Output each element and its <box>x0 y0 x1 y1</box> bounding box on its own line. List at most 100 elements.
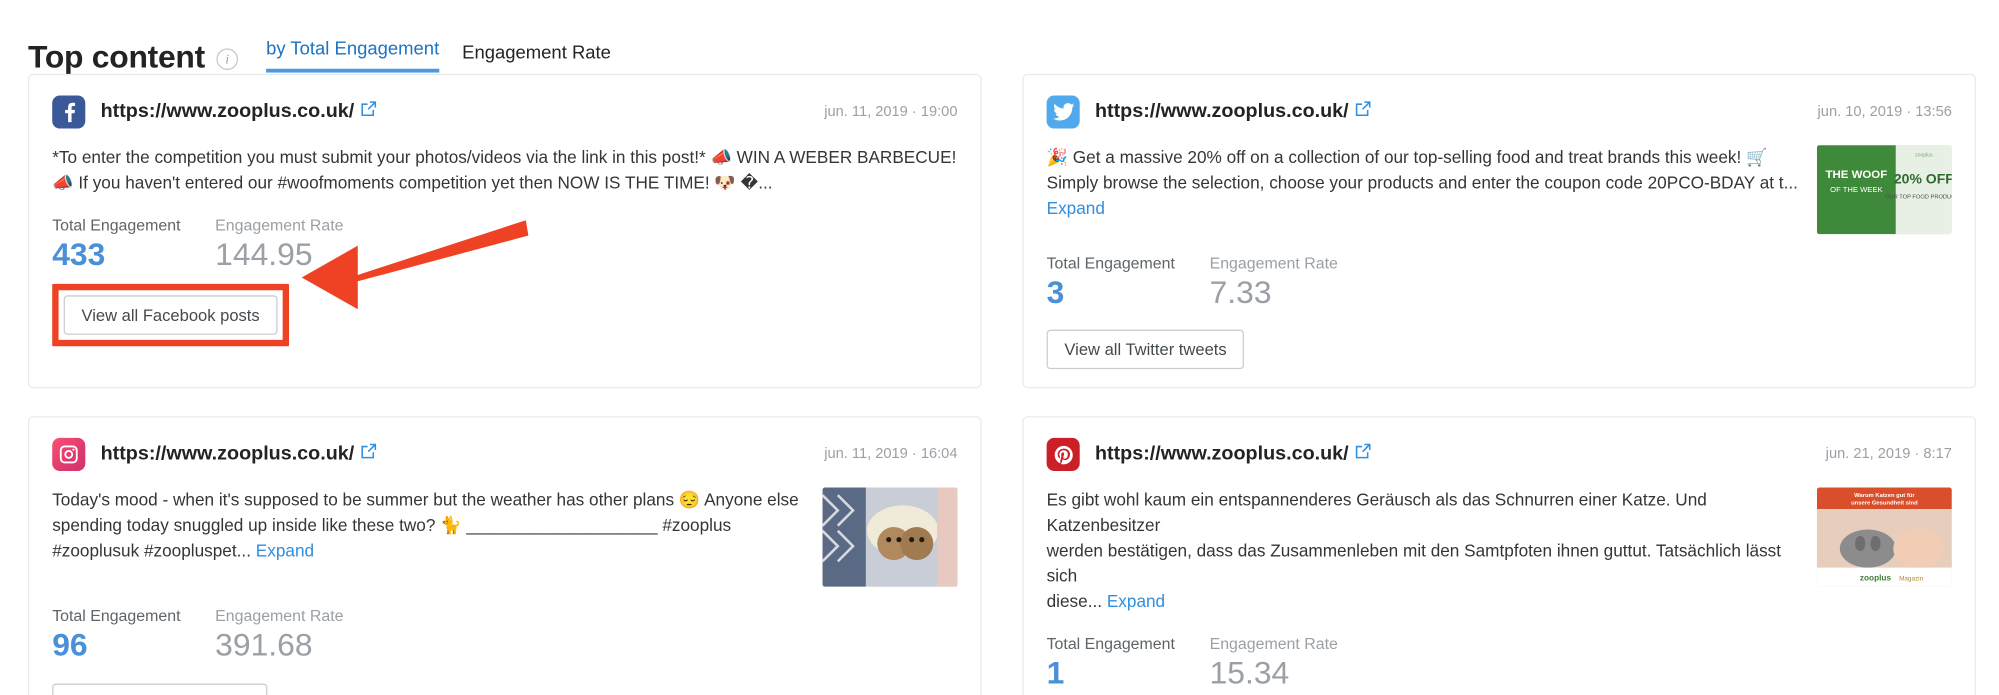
content-card-pinterest: https://www.zooplus.co.uk/ jun. 21, 2019… <box>1022 416 1977 695</box>
svg-text:zooplus: zooplus <box>1860 574 1892 583</box>
view-all-twitter-tweets-button[interactable]: View all Twitter tweets <box>1046 329 1245 370</box>
post-text: 🎉 Get a massive 20% off on a collection … <box>1047 145 1799 234</box>
post-thumbnail[interactable] <box>822 487 958 588</box>
twitter-icon <box>1046 95 1080 129</box>
card-header: https://www.zooplus.co.uk/ jun. 11, 2019… <box>52 95 958 129</box>
svg-text:20% OFF: 20% OFF <box>1894 170 1952 186</box>
post-thumbnail[interactable]: THE WOOF OF THE WEEK 20% OFF OUR TOP FOO… <box>1816 145 1952 235</box>
card-metrics: Total Engagement 96 Engagement Rate 391.… <box>52 607 957 662</box>
card-metrics: Total Engagement 3 Engagement Rate 7.33 <box>1047 255 1952 310</box>
card-header: https://www.zooplus.co.uk/ jun. 11, 2019… <box>52 438 958 472</box>
post-url[interactable]: https://www.zooplus.co.uk/ <box>1095 443 1349 466</box>
panel-header: Top content i by Total Engagement Engage… <box>0 0 1999 74</box>
card-body: *To enter the competition you must submi… <box>52 145 957 196</box>
metric-total-engagement: Total Engagement 1 <box>1047 635 1210 690</box>
metric-label: Engagement Rate <box>215 216 344 235</box>
post-text-line-2: 📣 If you haven't entered our #woofmoment… <box>52 173 773 193</box>
metric-value: 3 <box>1046 274 1065 311</box>
post-date: jun. 11, 2019 · 16:04 <box>824 447 958 463</box>
instagram-icon <box>52 438 86 472</box>
tab-by-total-engagement[interactable]: by Total Engagement <box>266 39 440 73</box>
svg-text:OF THE WEEK: OF THE WEEK <box>1830 185 1882 194</box>
post-url[interactable]: https://www.zooplus.co.uk/ <box>1095 101 1349 124</box>
content-cards-grid: https://www.zooplus.co.uk/ jun. 11, 2019… <box>0 73 1999 695</box>
post-text: Es gibt wohl kaum ein entspannenderes Ge… <box>1047 488 1799 615</box>
info-icon[interactable]: i <box>216 48 239 71</box>
sort-tabs: by Total Engagement Engagement Rate <box>266 39 611 73</box>
metric-label: Total Engagement <box>52 607 181 626</box>
metric-total-engagement: Total Engagement 433 <box>52 216 215 271</box>
svg-text:zooplus: zooplus <box>1915 153 1933 159</box>
metric-total-engagement: Total Engagement 3 <box>1047 255 1210 310</box>
metric-label: Total Engagement <box>1046 635 1175 654</box>
card-body: 🎉 Get a massive 20% off on a collection … <box>1047 145 1952 235</box>
metric-engagement-rate: Engagement Rate 144.95 <box>215 216 378 271</box>
external-link-icon[interactable] <box>1355 443 1372 463</box>
metric-value: 144.95 <box>215 236 313 273</box>
post-date: jun. 10, 2019 · 13:56 <box>1817 104 1952 120</box>
svg-text:THE WOOF: THE WOOF <box>1826 169 1888 181</box>
expand-link[interactable]: Expand <box>1047 199 1105 218</box>
metric-value: 15.34 <box>1209 655 1290 692</box>
pinterest-icon <box>1046 438 1080 472</box>
metric-label: Total Engagement <box>52 216 181 235</box>
svg-text:unsere Gesundheit sind: unsere Gesundheit sind <box>1851 501 1918 507</box>
metric-value: 391.68 <box>215 627 313 664</box>
metric-engagement-rate: Engagement Rate 391.68 <box>215 607 378 662</box>
external-link-icon[interactable] <box>361 443 378 463</box>
post-text-line-1: Today's mood - when it's supposed to be … <box>52 490 799 510</box>
metric-label: Total Engagement <box>1046 254 1175 273</box>
post-text-line-3: diese... <box>1046 592 1103 612</box>
post-text-line-2: spending today snuggled up inside like t… <box>52 515 732 535</box>
tab-engagement-rate[interactable]: Engagement Rate <box>462 43 611 72</box>
post-text-line-1: 🎉 Get a massive 20% off on a collection … <box>1046 147 1768 167</box>
post-text-line-2: Simply browse the selection, choose your… <box>1046 173 1798 193</box>
card-body: Es gibt wohl kaum ein entspannenderes Ge… <box>1047 487 1952 615</box>
svg-text:OUR TOP FOOD PRODUCTS: OUR TOP FOOD PRODUCTS <box>1885 195 1952 201</box>
post-thumbnail[interactable]: Warum Katzen gut für unsere Gesundheit s… <box>1816 487 1952 588</box>
svg-text:Magazin: Magazin <box>1899 576 1924 583</box>
post-text-line-2: werden bestätigen, dass das Zusammenlebe… <box>1046 541 1782 586</box>
button-wrap: View all Twitter tweets <box>1046 310 1245 370</box>
button-wrap: View all Instagram posts <box>52 663 267 695</box>
expand-link[interactable]: Expand <box>256 541 314 560</box>
content-card-instagram: https://www.zooplus.co.uk/ jun. 11, 2019… <box>28 416 982 695</box>
post-text: *To enter the competition you must submi… <box>52 145 957 196</box>
metric-engagement-rate: Engagement Rate 7.33 <box>1210 255 1373 310</box>
top-content-panel: Top content i by Total Engagement Engage… <box>0 0 1999 695</box>
external-link-icon[interactable] <box>1355 101 1372 121</box>
post-text: Today's mood - when it's supposed to be … <box>52 488 804 587</box>
highlight-box: View all Facebook posts <box>52 284 289 347</box>
metric-value: 96 <box>52 627 88 664</box>
content-card-facebook: https://www.zooplus.co.uk/ jun. 11, 2019… <box>28 73 982 389</box>
view-all-facebook-posts-button[interactable]: View all Facebook posts <box>63 295 278 336</box>
external-link-icon[interactable] <box>361 101 378 121</box>
metric-value: 7.33 <box>1209 274 1272 311</box>
card-body: Today's mood - when it's supposed to be … <box>52 487 958 588</box>
post-date: jun. 21, 2019 · 8:17 <box>1825 447 1952 463</box>
card-metrics: Total Engagement 1 Engagement Rate 15.34 <box>1047 635 1952 690</box>
content-card-twitter: https://www.zooplus.co.uk/ jun. 10, 2019… <box>1022 73 1977 389</box>
post-text-line-1: Es gibt wohl kaum ein entspannenderes Ge… <box>1046 490 1707 535</box>
svg-text:Warum Katzen gut für: Warum Katzen gut für <box>1854 493 1915 499</box>
metric-value: 433 <box>52 236 106 273</box>
metric-engagement-rate: Engagement Rate 15.34 <box>1210 635 1373 690</box>
view-all-instagram-posts-button[interactable]: View all Instagram posts <box>52 682 267 695</box>
metric-total-engagement: Total Engagement 96 <box>52 607 215 662</box>
metric-label: Engagement Rate <box>215 607 344 626</box>
post-text-line-3: #zooplusuk #zoopluspet... <box>52 541 251 561</box>
metric-label: Engagement Rate <box>1209 254 1338 273</box>
metric-value: 1 <box>1046 655 1065 692</box>
expand-link[interactable]: Expand <box>1107 592 1165 611</box>
page-title: Top content <box>28 39 205 76</box>
card-header: https://www.zooplus.co.uk/ jun. 10, 2019… <box>1046 95 1952 129</box>
post-url[interactable]: https://www.zooplus.co.uk/ <box>101 443 355 466</box>
card-metrics: Total Engagement 433 Engagement Rate 144… <box>52 216 957 271</box>
post-text-line-1: *To enter the competition you must submi… <box>52 147 957 167</box>
card-header: https://www.zooplus.co.uk/ jun. 21, 2019… <box>1046 438 1952 472</box>
post-url[interactable]: https://www.zooplus.co.uk/ <box>101 101 355 124</box>
facebook-icon <box>52 95 86 129</box>
button-wrap: View all Pinterest posts <box>1047 691 1253 695</box>
post-date: jun. 11, 2019 · 19:00 <box>824 104 958 120</box>
metric-label: Engagement Rate <box>1209 635 1338 654</box>
